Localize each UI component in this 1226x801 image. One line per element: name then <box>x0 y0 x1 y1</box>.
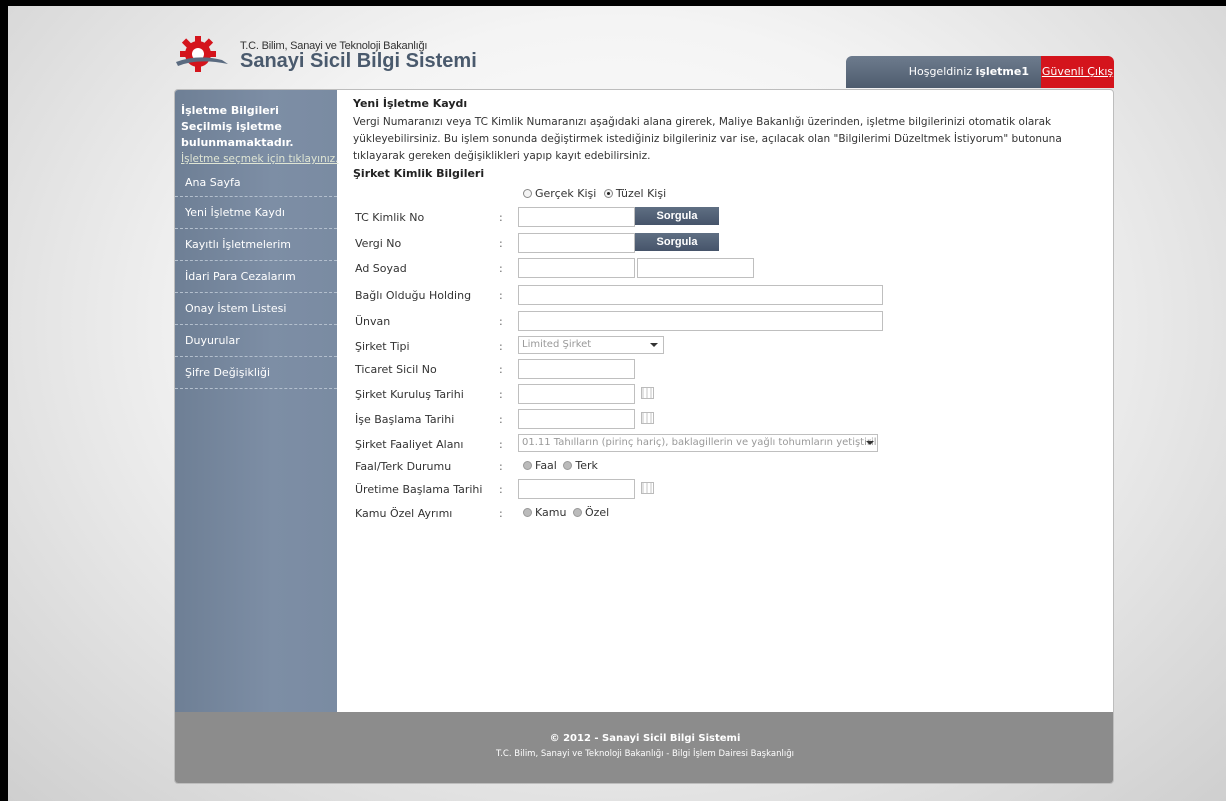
activity-area-value: 01.11 Tahılların (pirinç hariç), baklagi… <box>522 437 878 448</box>
radio-real-person-label: Gerçek Kişi <box>535 187 597 200</box>
business-info-status: Seçilmiş işletme bulunmamaktadır. <box>181 120 294 149</box>
welcome-text: Hoşgeldiniz <box>908 65 973 78</box>
calendar-icon[interactable] <box>641 387 654 399</box>
sidebar-menu: Ana Sayfa Yeni İşletme Kaydı Kayıtlı İşl… <box>175 171 337 389</box>
unvan-label: Ünvan <box>355 315 391 328</box>
colon: : <box>499 388 503 401</box>
radio-faal[interactable] <box>523 461 532 470</box>
intro-text: Vergi Numaranızı veya TC Kimlik Numaranı… <box>353 116 1062 162</box>
colon: : <box>499 237 503 250</box>
sidebar-item-approval-list[interactable]: Onay İstem Listesi <box>175 293 337 325</box>
colon: : <box>499 438 503 451</box>
radio-real-person[interactable] <box>523 189 532 198</box>
uretim-baslama-label: Üretime Başlama Tarihi <box>355 483 483 496</box>
sidebar: İşletme Bilgileri Seçilmiş işletme bulun… <box>175 90 339 712</box>
footer-copyright: © 2012 - Sanayi Sicil Bilgi Sistemi <box>549 733 741 744</box>
colon: : <box>499 262 503 275</box>
radio-legal-person[interactable] <box>603 189 613 198</box>
vergi-no-input[interactable] <box>518 233 635 253</box>
radio-ozel-label: Özel <box>584 506 610 519</box>
founding-date-input[interactable] <box>518 384 635 404</box>
first-name-input[interactable] <box>518 258 635 278</box>
activity-area-select[interactable]: 01.11 Tahılların (pirinç hariç), baklagi… <box>518 434 878 452</box>
header: T.C. Bilim, Sanayi ve Teknoloji Bakanlığ… <box>174 30 1114 90</box>
company-type-select[interactable]: Limited Şirket <box>518 336 664 354</box>
person-type-group: Gerçek Kişi Tüzel Kişi <box>523 187 666 200</box>
welcome-bar: Hoşgeldiniz işletme1 <box>846 56 1041 88</box>
radio-terk[interactable] <box>563 461 573 470</box>
chevron-down-icon <box>866 441 874 445</box>
select-business-link[interactable]: İşletme seçmek için tıklayınız. <box>181 151 339 167</box>
chevron-down-icon <box>650 343 658 347</box>
business-info: İşletme Bilgileri Seçilmiş işletme bulun… <box>175 90 339 167</box>
holding-label: Bağlı Olduğu Holding <box>355 289 472 302</box>
system-name: Sanayi Sicil Bilgi Sistemi <box>240 50 477 72</box>
kurulus-tarihi-label: Şirket Kuruluş Tarihi <box>355 388 464 401</box>
start-date-input[interactable] <box>518 409 635 429</box>
footer: © 2012 - Sanayi Sicil Bilgi Sistemi T.C.… <box>175 712 1113 783</box>
radio-kamu-label: Kamu <box>535 506 567 519</box>
colon: : <box>499 315 503 328</box>
faal-terk-group: Faal Terk <box>523 459 598 472</box>
colon: : <box>499 340 503 353</box>
footer-department: T.C. Bilim, Sanayi ve Teknoloji Bakanlığ… <box>496 749 794 759</box>
main-content: Yeni İşletme Kaydı Vergi Numaranızı veya… <box>353 90 1103 712</box>
sidebar-item-password-change[interactable]: Şifre Değişikliği <box>175 357 337 389</box>
tc-kimlik-label: TC Kimlik No <box>355 211 425 224</box>
sidebar-item-announcements[interactable]: Duyurular <box>175 325 337 357</box>
faaliyet-alani-label: Şirket Faaliyet Alanı <box>355 438 464 451</box>
page-title: Yeni İşletme Kaydı <box>353 97 468 110</box>
section-title: Şirket Kimlik Bilgileri <box>353 167 485 180</box>
ticaret-sicil-label: Ticaret Sicil No <box>355 363 437 376</box>
radio-kamu[interactable] <box>523 508 532 517</box>
colon: : <box>499 289 503 302</box>
company-type-value: Limited Şirket <box>522 339 592 350</box>
colon: : <box>499 507 503 520</box>
username: işletme1 <box>975 65 1029 78</box>
radio-faal-label: Faal <box>535 459 557 472</box>
business-info-title: İşletme Bilgileri <box>181 104 279 117</box>
vergi-query-button[interactable]: Sorgula <box>635 233 719 251</box>
tc-query-button[interactable]: Sorgula <box>635 207 719 225</box>
calendar-icon[interactable] <box>641 482 654 494</box>
kamu-ozel-group: Kamu Özel <box>523 506 609 519</box>
colon: : <box>499 211 503 224</box>
sidebar-item-new-business[interactable]: Yeni İşletme Kaydı <box>175 197 337 229</box>
ise-baslama-label: İşe Başlama Tarihi <box>355 413 455 426</box>
unvan-input[interactable] <box>518 311 883 331</box>
radio-terk-label: Terk <box>575 459 598 472</box>
production-start-date-input[interactable] <box>518 479 635 499</box>
calendar-icon[interactable] <box>641 412 654 424</box>
faal-terk-label: Faal/Terk Durumu <box>355 460 452 473</box>
holding-input[interactable] <box>518 285 883 305</box>
sidebar-item-registered-businesses[interactable]: Kayıtlı İşletmelerim <box>175 229 337 261</box>
sidebar-item-home[interactable]: Ana Sayfa <box>175 171 337 197</box>
colon: : <box>499 363 503 376</box>
gear-logo-icon <box>176 36 228 72</box>
logout-button[interactable]: Güvenli Çıkış <box>1041 56 1114 88</box>
kamu-ozel-label: Kamu Özel Ayrımı <box>355 507 453 520</box>
ad-soyad-label: Ad Soyad <box>355 262 407 275</box>
radio-ozel[interactable] <box>572 508 582 517</box>
radio-legal-person-label: Tüzel Kişi <box>615 187 667 200</box>
colon: : <box>499 413 503 426</box>
vergi-no-label: Vergi No <box>355 237 402 250</box>
tc-kimlik-input[interactable] <box>518 207 635 227</box>
last-name-input[interactable] <box>637 258 754 278</box>
trade-registry-input[interactable] <box>518 359 635 379</box>
colon: : <box>499 460 503 473</box>
sidebar-item-fines[interactable]: İdari Para Cezalarım <box>175 261 337 293</box>
main-shell: İşletme Bilgileri Seçilmiş işletme bulun… <box>174 89 1114 784</box>
sirket-tipi-label: Şirket Tipi <box>355 340 410 353</box>
colon: : <box>499 483 503 496</box>
